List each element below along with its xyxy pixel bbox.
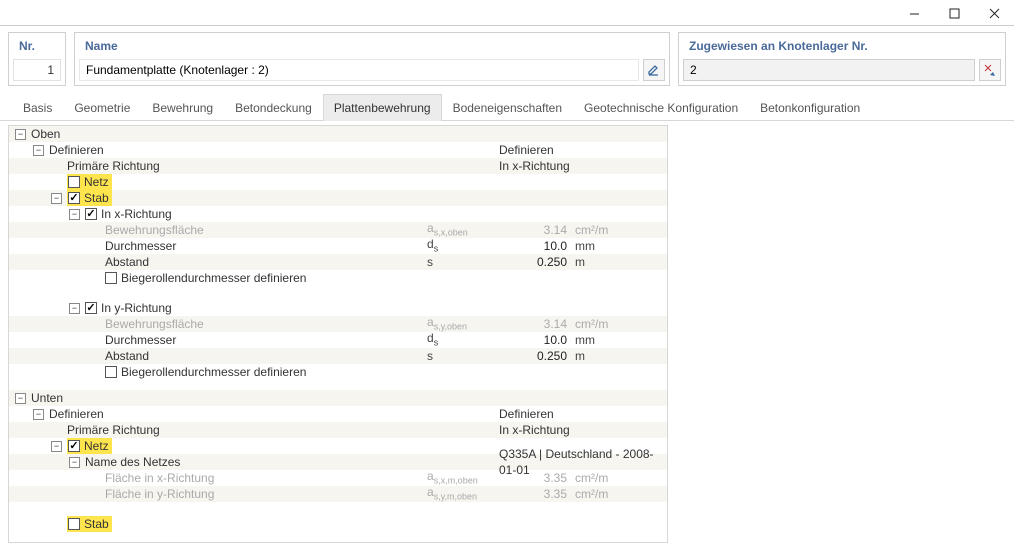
pick-node-icon[interactable] <box>979 59 1001 81</box>
checkbox-stab-unten[interactable] <box>68 518 80 530</box>
row-flaeche-x: Fläche in x-Richtung <box>105 470 220 486</box>
collapse-icon[interactable]: − <box>15 129 26 140</box>
row-netz-unten[interactable]: Netz <box>67 438 112 454</box>
edit-icon[interactable] <box>643 59 665 81</box>
tabs: Basis Geometrie Bewehrung Betondeckung P… <box>0 86 1014 121</box>
row-in-y-richtung[interactable]: In y-Richtung <box>101 300 178 316</box>
value-primaere-richtung: In x-Richtung <box>499 158 659 174</box>
tab-bodeneigenschaften[interactable]: Bodeneigenschaften <box>442 94 573 121</box>
row-biegerollendurchmesser-y[interactable]: Biegerollendurchmesser definieren <box>121 364 312 380</box>
checkbox-biegerollendurchmesser[interactable] <box>105 272 117 284</box>
row-abstand[interactable]: Abstand <box>105 254 155 270</box>
property-grid[interactable]: − Oben − Definieren Definieren Primäre R… <box>8 125 668 543</box>
main: − Oben − Definieren Definieren Primäre R… <box>0 121 1014 543</box>
row-name-des-netzes[interactable]: Name des Netzes <box>85 454 186 470</box>
header: Nr. Name Zugewiesen an Knotenlager Nr. <box>0 26 1014 86</box>
minimize-button[interactable] <box>894 0 934 26</box>
collapse-icon[interactable]: − <box>33 409 44 420</box>
row-biegerollendurchmesser[interactable]: Biegerollendurchmesser definieren <box>121 270 312 286</box>
tab-basis[interactable]: Basis <box>12 94 63 121</box>
titlebar <box>0 0 1014 26</box>
row-primaere-richtung-unten[interactable]: Primäre Richtung <box>67 422 166 438</box>
collapse-icon[interactable]: − <box>51 193 62 204</box>
group-unten[interactable]: Unten <box>31 390 69 406</box>
collapse-icon[interactable]: − <box>51 441 62 452</box>
value-primaere-richtung-unten: In x-Richtung <box>499 422 659 438</box>
maximize-button[interactable] <box>934 0 974 26</box>
row-bewehrungsflaeche: Bewehrungsfläche <box>105 222 210 238</box>
checkbox-in-y[interactable] <box>85 302 97 314</box>
collapse-icon[interactable]: − <box>33 145 44 156</box>
tab-geotechnische-konfiguration[interactable]: Geotechnische Konfiguration <box>573 94 749 121</box>
row-primaere-richtung[interactable]: Primäre Richtung <box>67 158 166 174</box>
input-nr[interactable] <box>13 59 61 81</box>
label-name: Name <box>79 35 665 57</box>
tab-plattenbewehrung[interactable]: Plattenbewehrung <box>323 94 442 121</box>
group-oben[interactable]: Oben <box>31 126 66 142</box>
collapse-icon[interactable]: − <box>69 303 80 314</box>
row-netz[interactable]: Netz <box>67 174 112 190</box>
close-button[interactable] <box>974 0 1014 26</box>
collapse-icon[interactable]: − <box>69 457 80 468</box>
value-definieren: Definieren <box>499 142 659 158</box>
checkbox-netz[interactable] <box>68 176 80 188</box>
value-definieren-unten: Definieren <box>499 406 659 422</box>
row-durchmesser-y[interactable]: Durchmesser <box>105 332 182 348</box>
input-name[interactable] <box>79 59 639 81</box>
tab-bewehrung[interactable]: Bewehrung <box>141 94 224 121</box>
row-in-x-richtung[interactable]: In x-Richtung <box>101 206 178 222</box>
row-bewehrungsflaeche-y: Bewehrungsfläche <box>105 316 210 332</box>
label-assigned: Zugewiesen an Knotenlager Nr. <box>683 35 1001 57</box>
collapse-icon[interactable]: − <box>69 209 80 220</box>
checkbox-in-x[interactable] <box>85 208 97 220</box>
group-definieren[interactable]: Definieren <box>49 142 110 158</box>
checkbox-stab[interactable] <box>68 192 80 204</box>
row-abstand-y[interactable]: Abstand <box>105 348 155 364</box>
side-panel <box>668 125 1006 543</box>
label-nr: Nr. <box>13 35 61 57</box>
checkbox-netz-unten[interactable] <box>68 440 80 452</box>
tab-betonkonfiguration[interactable]: Betonkonfiguration <box>749 94 871 121</box>
tab-betondeckung[interactable]: Betondeckung <box>224 94 323 121</box>
checkbox-biegerollendurchmesser-y[interactable] <box>105 366 117 378</box>
row-stab-unten[interactable]: Stab <box>67 516 112 532</box>
input-assigned[interactable] <box>683 59 975 81</box>
tab-geometrie[interactable]: Geometrie <box>63 94 141 121</box>
row-stab[interactable]: Stab <box>67 190 112 206</box>
row-flaeche-y: Fläche in y-Richtung <box>105 486 220 502</box>
collapse-icon[interactable]: − <box>15 393 26 404</box>
group-definieren-unten[interactable]: Definieren <box>49 406 110 422</box>
row-durchmesser[interactable]: Durchmesser <box>105 238 182 254</box>
